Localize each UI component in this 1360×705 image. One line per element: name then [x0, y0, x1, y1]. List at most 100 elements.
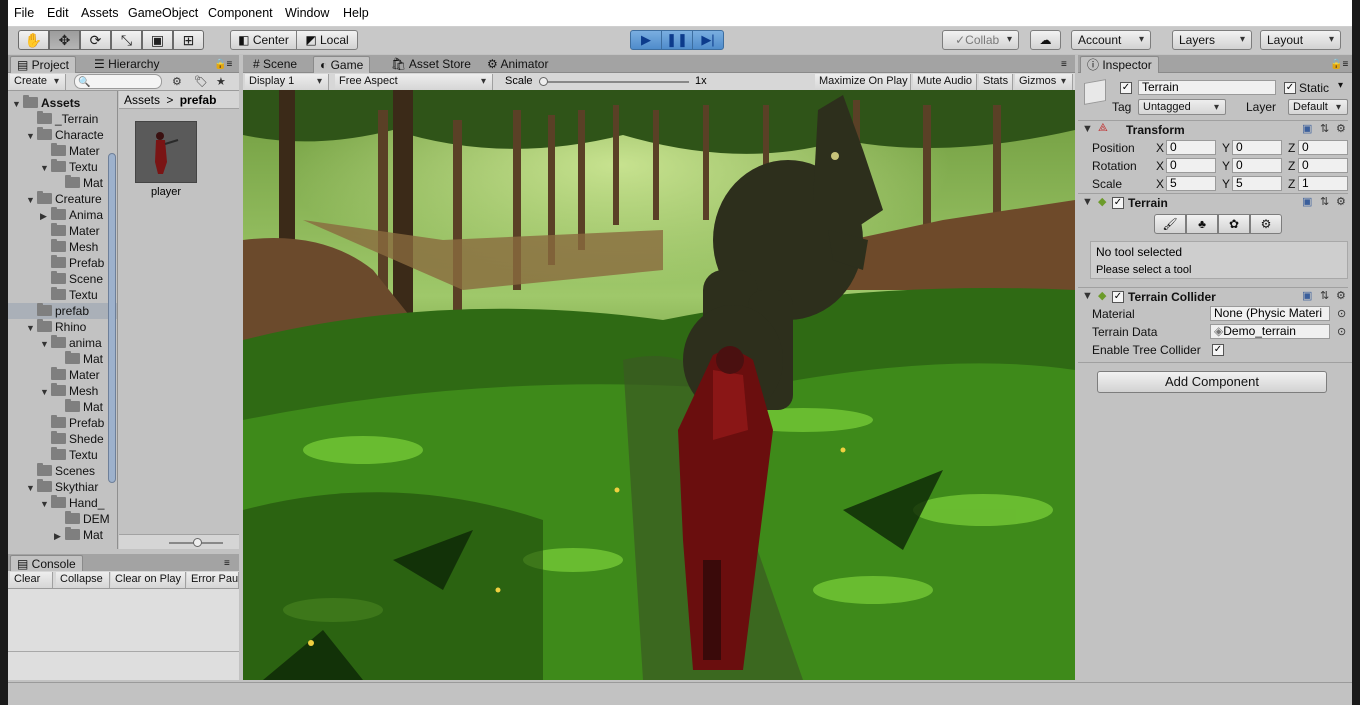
- filter-label-icon[interactable]: 🏷: [194, 75, 208, 88]
- expand-arrow-icon[interactable]: ▶: [40, 208, 51, 224]
- maximize-on-play-toggle[interactable]: Maximize On Play: [815, 74, 911, 90]
- tree-scrollbar[interactable]: [108, 153, 116, 483]
- object-name-field[interactable]: Terrain: [1138, 80, 1276, 95]
- create-dropdown[interactable]: Create: [10, 74, 66, 90]
- favorite-star-icon[interactable]: ★: [216, 75, 226, 88]
- scale-slider-thumb[interactable]: [539, 77, 548, 86]
- expand-arrow-icon[interactable]: ▼: [26, 320, 37, 336]
- rotation-x-field[interactable]: 0: [1166, 158, 1216, 173]
- position-z-axis-label[interactable]: Z: [1288, 141, 1295, 155]
- scale-z-field[interactable]: 1: [1298, 176, 1348, 191]
- step-button[interactable]: ▶|: [692, 30, 724, 50]
- expand-arrow-icon[interactable]: ▼: [40, 496, 51, 512]
- display-dropdown[interactable]: Display 1: [245, 74, 329, 90]
- folder-tree-item[interactable]: ▼ anima: [8, 335, 117, 352]
- space-local-button[interactable]: ◩ Local: [296, 30, 358, 50]
- object-picker-icon[interactable]: ⊙: [1337, 307, 1346, 320]
- layer-dropdown[interactable]: Default: [1288, 99, 1348, 115]
- menu-assets[interactable]: Assets: [81, 6, 119, 20]
- tab-asset-store[interactable]: 🛍 Asset Store: [385, 56, 477, 73]
- component-gear-icon[interactable]: ⚙: [1336, 195, 1346, 208]
- folder-tree-item[interactable]: Mesh: [8, 239, 117, 255]
- paint-details-icon[interactable]: ✿: [1218, 214, 1250, 234]
- presets-icon[interactable]: ⇅: [1320, 289, 1329, 302]
- hand-tool-icon[interactable]: ✋: [18, 30, 49, 50]
- folder-tree-item[interactable]: ▼ Creature: [8, 191, 117, 207]
- position-y-axis-label[interactable]: Y: [1222, 141, 1230, 155]
- position-z-field[interactable]: 0: [1298, 140, 1348, 155]
- component-gear-icon[interactable]: ⚙: [1336, 289, 1346, 302]
- rect-tool-icon[interactable]: ▣: [142, 30, 173, 50]
- expand-arrow-icon[interactable]: ▼: [26, 128, 37, 144]
- inspector-menu-icon[interactable]: 🔒≡: [1324, 56, 1354, 73]
- help-book-icon[interactable]: ▣: [1302, 195, 1312, 208]
- layers-dropdown[interactable]: Layers: [1172, 30, 1252, 50]
- transform-tool-icon[interactable]: ⊞: [173, 30, 204, 50]
- position-y-field[interactable]: 0: [1232, 140, 1282, 155]
- layout-dropdown[interactable]: Layout: [1260, 30, 1341, 50]
- breadcrumb-prefab[interactable]: prefab: [180, 93, 217, 107]
- tag-dropdown[interactable]: Untagged: [1138, 99, 1226, 115]
- expand-arrow-icon[interactable]: ▼: [1082, 290, 1093, 302]
- tab-console[interactable]: ▤ Console: [10, 555, 83, 572]
- material-object-field[interactable]: None (Physic Materi: [1210, 306, 1330, 321]
- terrain-collider-header[interactable]: ▼ ◆ ✓ Terrain Collider ▣ ⇅ ⚙: [1078, 287, 1348, 307]
- slider-thumb[interactable]: [193, 538, 202, 547]
- scale-y-axis-label[interactable]: Y: [1222, 177, 1230, 191]
- scale-z-axis-label[interactable]: Z: [1288, 177, 1295, 191]
- move-tool-icon[interactable]: ✥: [49, 30, 80, 50]
- scale-y-field[interactable]: 5: [1232, 176, 1282, 191]
- help-book-icon[interactable]: ▣: [1302, 122, 1312, 135]
- menu-edit[interactable]: Edit: [47, 6, 69, 20]
- aspect-dropdown[interactable]: Free Aspect: [335, 74, 493, 90]
- folder-tree-item[interactable]: ▼ Skythiar: [8, 479, 117, 495]
- tab-game[interactable]: ◐ Game: [313, 56, 371, 73]
- rotation-x-axis-label[interactable]: X: [1156, 159, 1164, 173]
- help-book-icon[interactable]: ▣: [1302, 289, 1312, 302]
- gizmos-dropdown[interactable]: Gizmos: [1015, 74, 1073, 90]
- collab-dropdown[interactable]: ✓Collab: [942, 30, 1019, 50]
- project-search-input[interactable]: 🔍: [74, 74, 162, 89]
- game-viewport[interactable]: [243, 90, 1075, 680]
- expand-arrow-icon[interactable]: ▼: [40, 336, 51, 352]
- view-menu-icon[interactable]: ≡: [1055, 56, 1073, 73]
- folder-tree-item[interactable]: Prefab: [8, 415, 117, 431]
- folder-tree-item[interactable]: ▶ Anima: [8, 207, 117, 224]
- folder-tree-item[interactable]: ▼ Characte: [8, 127, 117, 144]
- folder-tree-item[interactable]: ▼ Assets: [8, 95, 117, 111]
- rotation-y-axis-label[interactable]: Y: [1222, 159, 1230, 173]
- folder-tree-item[interactable]: Textu: [8, 447, 117, 463]
- folder-tree-item[interactable]: ▼ Hand_: [8, 495, 117, 512]
- console-error-pause-button[interactable]: Error Pau: [187, 572, 239, 588]
- cloud-button[interactable]: ☁: [1030, 30, 1061, 50]
- folder-tree-item[interactable]: ▼ Mesh: [8, 383, 117, 400]
- tab-inspector[interactable]: ⓘ Inspector: [1080, 56, 1159, 73]
- menu-component[interactable]: Component: [208, 6, 273, 20]
- presets-icon[interactable]: ⇅: [1320, 195, 1329, 208]
- folder-tree-item[interactable]: Mat: [8, 399, 117, 415]
- panel-menu-icon[interactable]: 🔒≡: [208, 56, 238, 73]
- pivot-center-button[interactable]: ◧ Center: [230, 30, 297, 50]
- menu-gameobject[interactable]: GameObject: [128, 6, 198, 20]
- static-checkbox[interactable]: ✓: [1284, 82, 1296, 94]
- folder-tree-item[interactable]: _Terrain: [8, 111, 117, 127]
- stats-toggle[interactable]: Stats: [979, 74, 1013, 90]
- folder-tree-item[interactable]: DEM: [8, 511, 117, 527]
- menu-help[interactable]: Help: [343, 6, 369, 20]
- expand-arrow-icon[interactable]: ▼: [40, 384, 51, 400]
- rotation-z-field[interactable]: 0: [1298, 158, 1348, 173]
- rotation-z-axis-label[interactable]: Z: [1288, 159, 1295, 173]
- enable-tree-collider-checkbox[interactable]: ✓: [1212, 344, 1224, 356]
- breadcrumb-assets[interactable]: Assets: [124, 93, 160, 107]
- console-menu-icon[interactable]: ≡: [218, 555, 236, 572]
- paint-brush-icon[interactable]: 🖌: [1154, 214, 1186, 234]
- position-x-axis-label[interactable]: X: [1156, 141, 1164, 155]
- scale-x-axis-label[interactable]: X: [1156, 177, 1164, 191]
- folder-tree-item[interactable]: Scenes: [8, 463, 117, 479]
- object-picker-icon[interactable]: ⊙: [1337, 325, 1346, 338]
- mute-audio-toggle[interactable]: Mute Audio: [913, 74, 977, 90]
- rotate-tool-icon[interactable]: ⟳: [80, 30, 111, 50]
- transform-header[interactable]: ▼ ⟁ Transform ▣ ⇅ ⚙: [1078, 120, 1348, 140]
- folder-tree-item[interactable]: Mater: [8, 223, 117, 239]
- menu-window[interactable]: Window: [285, 6, 329, 20]
